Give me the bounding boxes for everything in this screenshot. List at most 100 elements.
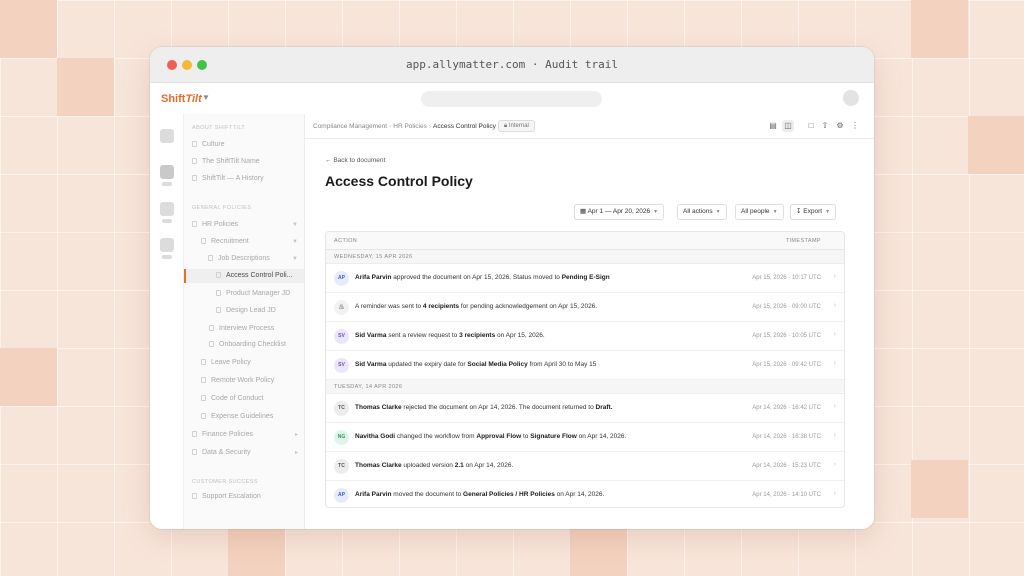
sidebar-item-data-security[interactable]: Data & Security ▸ bbox=[192, 446, 304, 460]
back-link[interactable]: ← Back to document bbox=[325, 157, 385, 164]
sidebar-item-shifttilt-name[interactable]: The ShiftTilt Name bbox=[192, 155, 304, 169]
sidebar-item-job-descriptions[interactable]: Job Descriptions ▼ bbox=[208, 252, 304, 266]
chevron-right-icon[interactable]: › bbox=[834, 490, 836, 497]
breadcrumb-link[interactable]: HR Policies bbox=[393, 123, 427, 130]
sidebar-item-leave-policy[interactable]: Leave Policy bbox=[201, 356, 304, 370]
export-button-label: Export bbox=[803, 208, 823, 215]
sidebar-item-support-escalation[interactable]: Support Escalation bbox=[192, 490, 304, 504]
sidebar-item-code-of-conduct[interactable]: Code of Conduct bbox=[201, 392, 304, 406]
app-rail bbox=[150, 114, 184, 529]
chevron-right-icon[interactable]: › bbox=[834, 331, 836, 338]
sidebar-item-hr-policies[interactable]: HR Policies ▼ bbox=[192, 218, 304, 232]
action-description: Thomas Clarke uploaded version 2.1 on Ap… bbox=[355, 462, 513, 469]
action-highlight: Social Media Policy bbox=[467, 361, 528, 368]
action-description: A reminder was sent to 4 recipients for … bbox=[355, 303, 597, 310]
action-text: moved the document to bbox=[391, 491, 464, 498]
chevron-right-icon[interactable]: › bbox=[834, 403, 836, 410]
avatar: AP bbox=[334, 488, 349, 503]
action-text: A reminder was sent to bbox=[355, 303, 423, 310]
back-link-label: Back to document bbox=[333, 157, 386, 164]
breadcrumb-bar: Compliance Management › HR Policies › Access… bbox=[305, 114, 874, 139]
table-row[interactable]: TC Thomas Clarke rejected the document o… bbox=[326, 394, 844, 423]
document-icon bbox=[209, 325, 214, 331]
action-text: on Apr 14, 2026. bbox=[463, 462, 514, 469]
table-row[interactable]: SV Sid Varma sent a review request to 3 … bbox=[326, 322, 844, 351]
breadcrumb-current: Access Control Policy bbox=[433, 123, 496, 130]
workspace-logo[interactable]: ShiftTilt bbox=[161, 93, 202, 105]
table-row[interactable]: TC Thomas Clarke uploaded version 2.1 on… bbox=[326, 452, 844, 481]
people-filter[interactable]: All people ▼ bbox=[735, 204, 784, 220]
actions-filter[interactable]: All actions ▼ bbox=[677, 204, 727, 220]
action-highlight: 3 recipients bbox=[459, 332, 496, 339]
breadcrumb-link[interactable]: Compliance Management bbox=[313, 123, 387, 130]
action-description: Arifa Parvin moved the document to Gener… bbox=[355, 491, 604, 498]
share-icon[interactable]: ⇧ bbox=[819, 120, 831, 132]
row-timestamp: Apr 14, 2026 · 16:42 UTC bbox=[752, 405, 821, 411]
chart-icon[interactable]: ▤ bbox=[767, 120, 779, 132]
browser-window: app.allymatter.com · Audit trail ShiftTi… bbox=[150, 47, 874, 529]
clipboard-icon[interactable]: ◫ bbox=[782, 120, 794, 132]
gear-icon[interactable]: ⚙ bbox=[834, 120, 846, 132]
rail-button-people[interactable] bbox=[160, 202, 174, 216]
chevron-right-icon[interactable]: › bbox=[834, 273, 836, 280]
chevron-right-icon[interactable]: › bbox=[834, 302, 836, 309]
sidebar-item-finance-policies[interactable]: Finance Policies ▸ bbox=[192, 428, 304, 442]
document-icon bbox=[209, 341, 214, 347]
action-description: Sid Varma sent a review request to 3 rec… bbox=[355, 332, 545, 339]
breadcrumb-separator: › bbox=[428, 123, 432, 130]
rail-button-home[interactable] bbox=[160, 129, 174, 143]
sidebar-item-recruitment[interactable]: Recruitment ▼ bbox=[201, 235, 304, 249]
avatar: TC bbox=[334, 459, 349, 474]
chevron-right-icon[interactable]: › bbox=[834, 360, 836, 367]
background-tile bbox=[0, 348, 57, 406]
action-highlight: General Policies / HR Policies bbox=[463, 491, 555, 498]
table-row[interactable]: AP Arifa Parvin approved the document on… bbox=[326, 264, 844, 293]
sidebar-item-culture[interactable]: Culture bbox=[192, 138, 304, 152]
comment-icon[interactable]: □ bbox=[805, 120, 817, 132]
chevron-right-icon: ▸ bbox=[294, 450, 298, 456]
sidebar-item-remote-work-policy[interactable]: Remote Work Policy bbox=[201, 374, 304, 388]
audit-trail-table: ACTION TIMESTAMP WEDNESDAY, 15 APR 2026 … bbox=[325, 231, 845, 508]
date-range-filter[interactable]: ▦ Apr 1 — Apr 20, 2026 ▼ bbox=[574, 204, 665, 220]
sidebar-item-label: Onboarding Checklist bbox=[219, 341, 286, 348]
sidebar-item-label: Support Escalation bbox=[202, 493, 261, 500]
table-row[interactable]: ♨ A reminder was sent to 4 recipients fo… bbox=[326, 293, 844, 322]
sidebar-section-about: ABOUT SHIFTTILT bbox=[192, 125, 246, 131]
sidebar-item-label: Data & Security bbox=[202, 449, 251, 456]
visibility-badge[interactable]: 🔒︎ Internal bbox=[498, 120, 535, 132]
calendar-icon: ▦ bbox=[580, 208, 588, 215]
action-text: uploaded version bbox=[401, 462, 455, 469]
actor-name: Sid Varma bbox=[355, 332, 387, 339]
more-vertical-icon[interactable]: ⋮ bbox=[849, 120, 861, 132]
sidebar-item-onboarding-checklist[interactable]: Onboarding Checklist bbox=[209, 338, 304, 352]
rail-button-settings[interactable] bbox=[160, 238, 174, 252]
sidebar-item-label: The ShiftTilt Name bbox=[202, 158, 260, 165]
sidebar-item-history[interactable]: ShiftTilt — A History bbox=[192, 172, 304, 186]
export-button[interactable]: ↧ Export ▼ bbox=[790, 204, 837, 220]
sidebar-item-product-manager-jd[interactable]: Product Manager JD bbox=[216, 287, 304, 301]
document-icon bbox=[192, 493, 197, 499]
user-avatar[interactable] bbox=[843, 90, 859, 106]
action-text: sent a review request to bbox=[386, 332, 460, 339]
row-timestamp: Apr 15, 2026 · 09:00 UTC bbox=[752, 304, 821, 310]
chevron-right-icon[interactable]: › bbox=[834, 432, 836, 439]
table-row[interactable]: AP Arifa Parvin moved the document to Ge… bbox=[326, 481, 844, 507]
search-bar[interactable] bbox=[421, 91, 602, 107]
table-header: ACTION TIMESTAMP bbox=[326, 232, 844, 250]
table-row[interactable]: SV Sid Varma updated the expiry date for… bbox=[326, 351, 844, 380]
table-row[interactable]: NG Navitha Godi changed the workflow fro… bbox=[326, 423, 844, 452]
sidebar-item-expense-guidelines[interactable]: Expense Guidelines bbox=[201, 410, 304, 424]
rail-button-docs[interactable] bbox=[160, 165, 174, 179]
sidebar-item-interview-process[interactable]: Interview Process bbox=[209, 322, 304, 336]
chevron-down-icon: ▼ bbox=[292, 239, 298, 245]
document-icon bbox=[192, 175, 197, 181]
document-icon bbox=[201, 359, 206, 365]
logo-accent-text: Tilt bbox=[185, 93, 202, 105]
sidebar-item-access-control-policy[interactable]: Access Control Poli... bbox=[184, 269, 304, 283]
document-icon bbox=[216, 272, 221, 278]
row-timestamp: Apr 14, 2026 · 16:38 UTC bbox=[752, 434, 821, 440]
sidebar-item-design-lead-jd[interactable]: Design Lead JD bbox=[216, 304, 304, 318]
chevron-down-icon[interactable]: ▼ bbox=[202, 93, 210, 102]
chevron-right-icon[interactable]: › bbox=[834, 461, 836, 468]
rail-indicator bbox=[162, 219, 172, 223]
